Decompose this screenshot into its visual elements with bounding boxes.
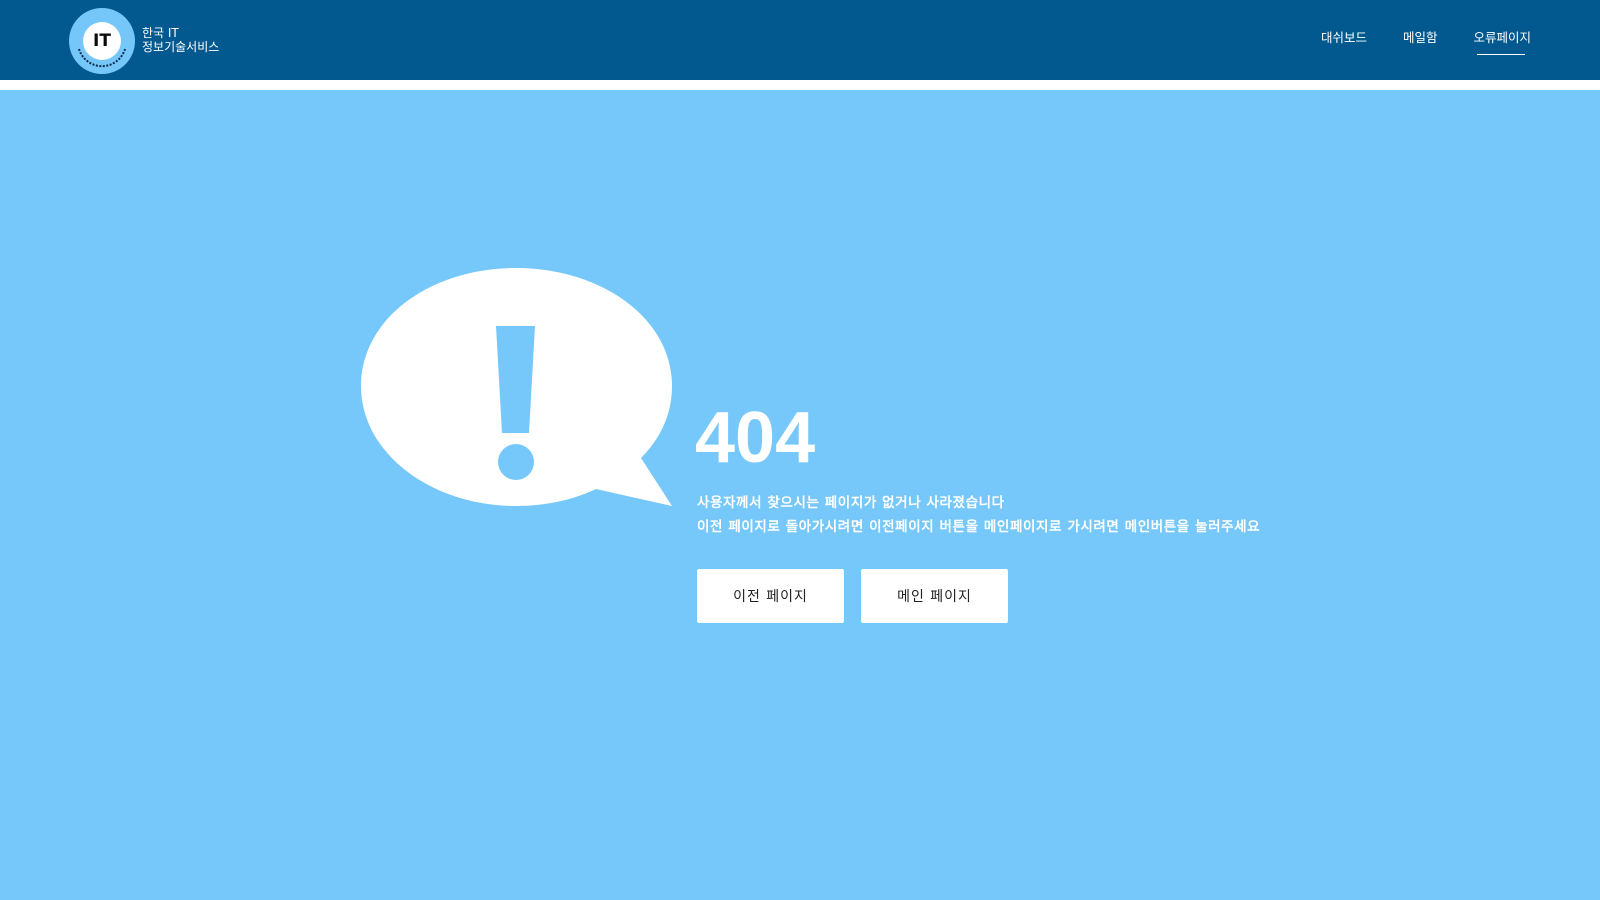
error-message-line-2: 이전 페이지로 돌아가시려면 이전페이지 버튼을 메인페이지로 가시려면 메인버… [697, 519, 1261, 535]
top-navbar: IT 한국 IT 정보기술서비스 대쉬보드 메일함 오류페이지 [0, 0, 1600, 80]
exclamation-speech-bubble-icon [361, 268, 672, 506]
nav-item-error-page[interactable]: 오류페이지 [1473, 27, 1531, 57]
brand-line-2: 정보기술서비스 [142, 40, 220, 54]
main-nav: 대쉬보드 메일함 오류페이지 [1321, 27, 1531, 57]
brand-name[interactable]: 한국 IT 정보기술서비스 [142, 26, 219, 54]
error-code: 404 [695, 398, 816, 478]
main-page-button[interactable]: 메인 페이지 [861, 569, 1008, 623]
nav-item-dashboard[interactable]: 대쉬보드 [1321, 27, 1367, 57]
logo-mark: IT [83, 22, 121, 60]
header-divider [0, 80, 1600, 90]
error-message-line-1: 사용자께서 찾으시는 페이지가 없거나 사라졌습니다 [697, 495, 1005, 511]
brand-line-1: 한국 IT [142, 26, 179, 40]
nav-item-mailbox[interactable]: 메일함 [1403, 27, 1438, 57]
company-logo[interactable]: IT [69, 8, 135, 74]
previous-page-button[interactable]: 이전 페이지 [697, 569, 844, 623]
